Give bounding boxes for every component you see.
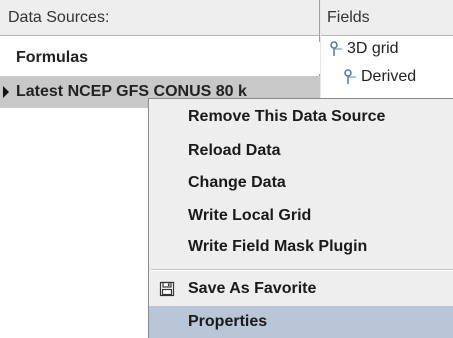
menu-item-label: Save As Favorite bbox=[188, 280, 317, 297]
menu-separator bbox=[151, 269, 453, 271]
menu-item-label: Change Data bbox=[188, 174, 286, 191]
data-source-formulas[interactable]: Formulas bbox=[0, 42, 320, 74]
menu-item-label: Remove This Data Source bbox=[188, 108, 386, 125]
menu-item-label: Write Local Grid bbox=[188, 207, 312, 224]
data-source-label: Formulas bbox=[16, 49, 89, 66]
context-menu: Remove This Data Source Reload Data Chan… bbox=[148, 98, 453, 338]
data-sources-header: Data Sources: bbox=[0, 0, 319, 36]
tree-node-label: Derived bbox=[361, 68, 417, 85]
menu-item-change-data[interactable]: Change Data bbox=[149, 167, 453, 199]
tree-node-3d-grid[interactable]: 3D grid bbox=[329, 40, 399, 58]
menu-item-save-as-favorite[interactable]: Save As Favorite bbox=[149, 273, 453, 305]
menu-item-label: Write Field Mask Plugin bbox=[188, 238, 368, 255]
menu-item-write-local-grid[interactable]: Write Local Grid bbox=[149, 200, 453, 232]
menu-item-write-field-mask-plugin[interactable]: Write Field Mask Plugin bbox=[149, 231, 453, 263]
app-window: Data Sources: Formulas Latest NCEP GFS C… bbox=[0, 0, 453, 338]
menu-item-reload-data[interactable]: Reload Data bbox=[149, 135, 453, 167]
tree-node-derived[interactable]: Derived bbox=[343, 68, 416, 86]
menu-item-remove-data-source[interactable]: Remove This Data Source bbox=[149, 101, 453, 133]
tree-node-label: 3D grid bbox=[347, 40, 399, 57]
menu-item-properties[interactable]: Properties bbox=[149, 306, 453, 338]
menu-item-label: Reload Data bbox=[188, 142, 281, 159]
menu-item-label: Properties bbox=[188, 313, 268, 330]
floppy-disk-icon bbox=[159, 281, 175, 297]
fields-header: Fields bbox=[321, 0, 453, 36]
tree-node-icon bbox=[330, 41, 342, 56]
tree-node-icon bbox=[344, 69, 356, 84]
expand-arrow-icon[interactable] bbox=[3, 86, 9, 98]
